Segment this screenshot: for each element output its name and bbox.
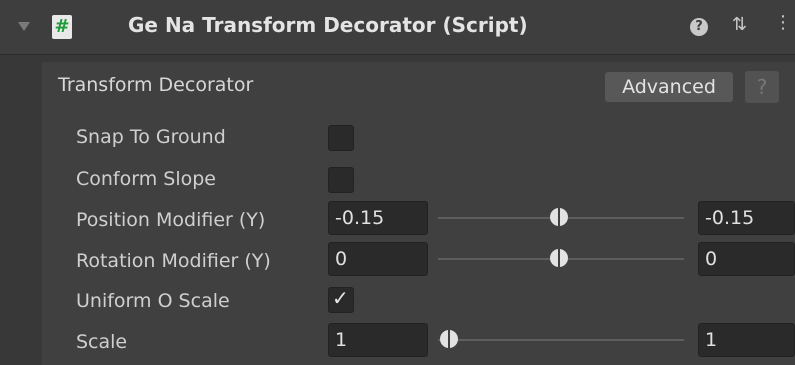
uniform-scale-label: Uniform O Scale [76, 290, 230, 312]
position-modifier-label: Position Modifier (Y) [76, 209, 266, 231]
script-icon: # [52, 15, 72, 39]
presets-icon[interactable]: ⇅ [732, 14, 747, 35]
scale-slider-handle[interactable] [440, 330, 458, 348]
scale-min-field[interactable]: 1 [328, 323, 428, 357]
component-title: Ge Na Transform Decorator (Script) [128, 13, 528, 37]
position-modifier-min-field[interactable]: -0.15 [328, 201, 428, 235]
section-title: Transform Decorator [58, 74, 254, 96]
rotation-modifier-max-field[interactable]: 0 [698, 242, 795, 276]
uniform-scale-checkbox[interactable]: ✓ [328, 286, 354, 313]
conform-slope-label: Conform Slope [76, 168, 216, 190]
snap-to-ground-checkbox[interactable] [328, 125, 354, 151]
context-menu-icon[interactable]: ⋮ [774, 12, 792, 33]
rotation-modifier-label: Rotation Modifier (Y) [76, 250, 271, 272]
rotation-modifier-min-field[interactable]: 0 [328, 242, 428, 276]
conform-slope-checkbox[interactable] [328, 167, 354, 193]
position-modifier-max-field[interactable]: -0.15 [698, 201, 795, 235]
check-icon: ✓ [332, 286, 349, 310]
help-icon[interactable]: ? [690, 18, 708, 36]
section-help-button[interactable]: ? [745, 71, 779, 103]
script-icon-glyph: # [54, 16, 70, 37]
scale-label: Scale [76, 331, 128, 353]
position-modifier-slider-handle[interactable] [550, 208, 568, 226]
scale-track[interactable] [438, 339, 684, 341]
rotation-modifier-slider-handle[interactable] [550, 249, 568, 267]
scale-max-field[interactable]: 1 [698, 323, 795, 357]
advanced-button[interactable]: Advanced [605, 72, 733, 102]
foldout-triangle-icon[interactable] [18, 22, 30, 31]
snap-to-ground-label: Snap To Ground [76, 126, 226, 148]
